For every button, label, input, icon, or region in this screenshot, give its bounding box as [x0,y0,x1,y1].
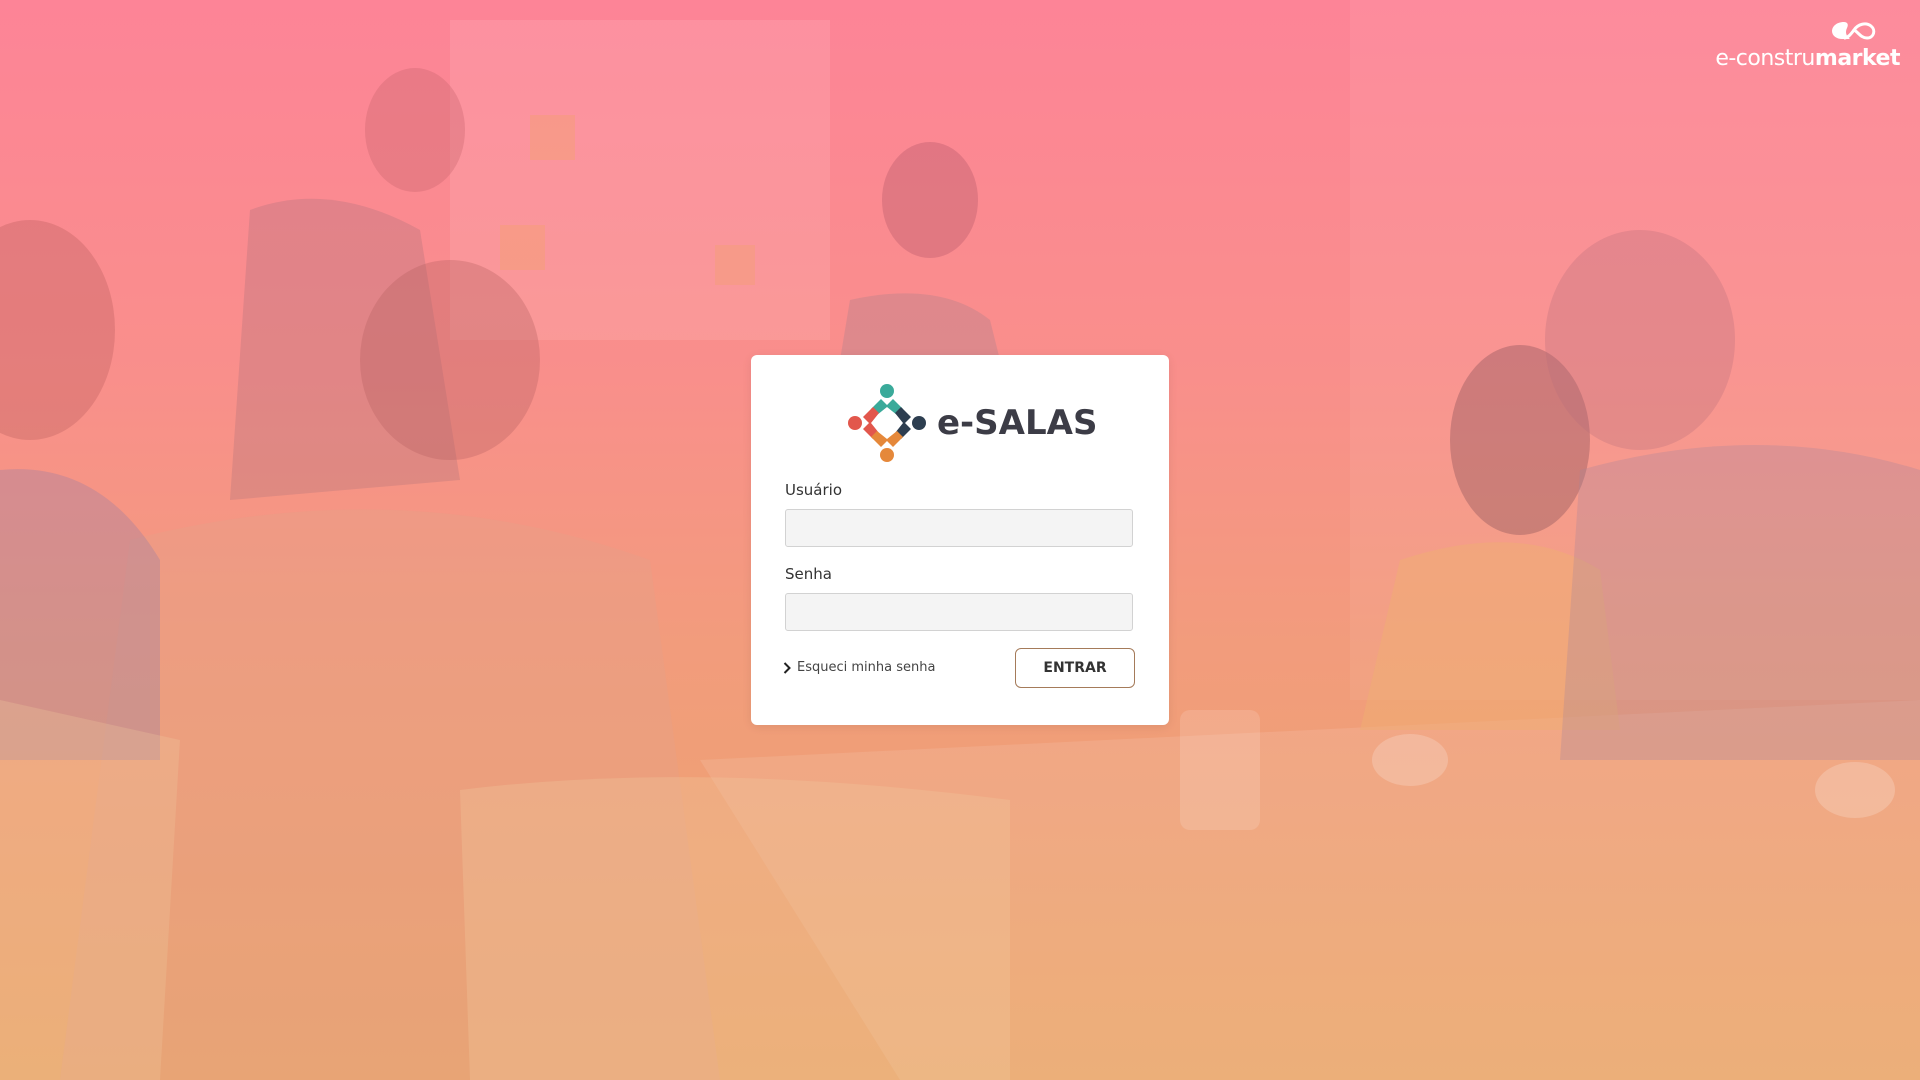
brand-name-bold: market [1814,46,1901,71]
forgot-password-link[interactable]: Esqueci minha senha [783,660,935,675]
password-label: Senha [785,565,832,583]
chevron-right-icon [783,661,791,674]
brand-logo: e-construmarket [1700,18,1901,71]
brand-name: e-construmarket [1700,46,1900,71]
infinity-cloud-icon [1832,22,1876,40]
username-input[interactable] [785,509,1133,547]
forgot-password-label: Esqueci minha senha [797,660,936,675]
app-title: e-SALAS [937,403,1098,443]
brand-name-regular: e-constru [1715,46,1815,71]
username-label: Usuário [785,481,843,499]
login-button[interactable]: ENTRAR [1015,648,1135,688]
people-cross-icon [848,384,926,462]
password-input[interactable] [785,593,1133,631]
login-card: e-SALAS Usuário Senha Esqueci minha senh… [751,355,1169,725]
app-logo: e-SALAS [847,383,1097,463]
